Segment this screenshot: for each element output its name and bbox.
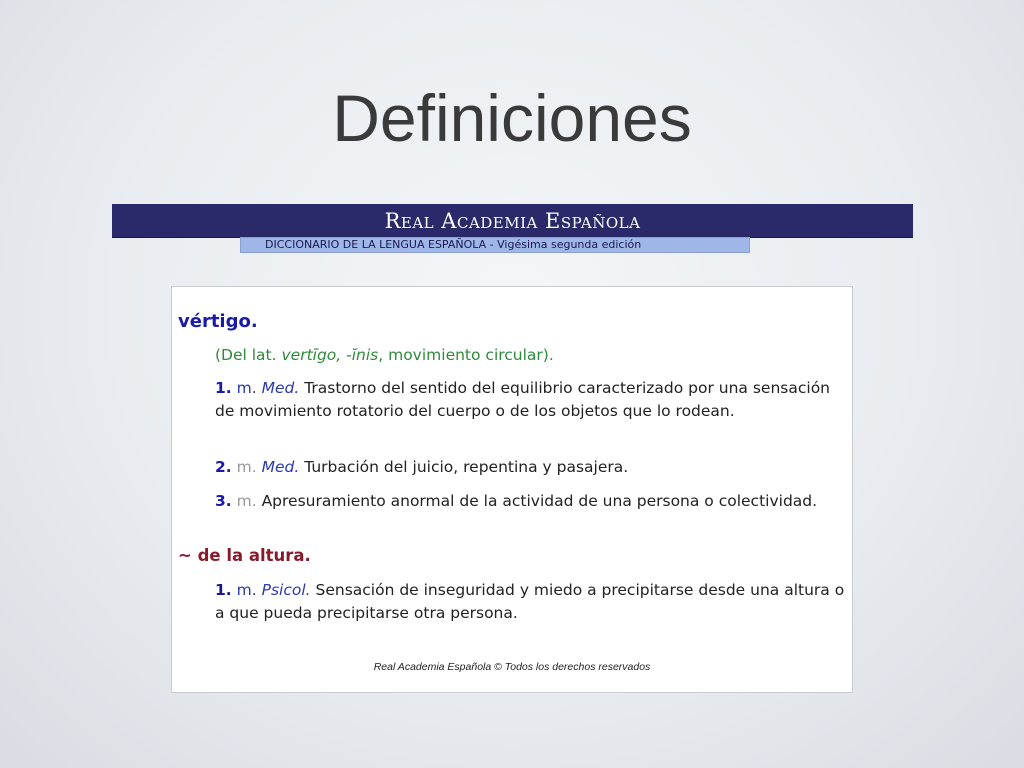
sense-3: 3. m. Apresuramiento anormal de la activ… [215, 490, 845, 513]
etymology-prefix: (Del lat. [215, 346, 282, 364]
sense-number: 3. [215, 492, 232, 510]
subentry-phrase: ~ de la altura. [178, 546, 311, 565]
sense-definition: Trastorno del sentido del equilibrio car… [215, 379, 830, 420]
sense-field: Psicol. [261, 581, 311, 599]
etymology: (Del lat. vertīgo, -ĭnis, movimiento cir… [215, 344, 845, 367]
slide-title: Definiciones [332, 81, 692, 155]
dictionary-subtitle-bar: DICCIONARIO DE LA LENGUA ESPAÑOLA - Vigé… [240, 237, 750, 253]
sense-definition: Turbación del juicio, repentina y pasaje… [299, 458, 629, 476]
sense-grammar: m. [236, 458, 257, 476]
sense-grammar: m. [236, 379, 257, 397]
rae-logo-text: Real Academia Española [384, 209, 641, 233]
headword-dot: . [250, 311, 258, 332]
sense-field: Med. [261, 458, 300, 476]
etymology-suffix: , movimiento circular). [378, 346, 554, 364]
sense-1: 1. m. Med. Trastorno del sentido del equ… [215, 377, 845, 423]
sense-number: 1. [215, 581, 232, 599]
sense-number: 1. [215, 379, 232, 397]
headword: vértigo. [178, 311, 258, 333]
etymology-latin: vertīgo, -ĭnis [281, 346, 379, 364]
sense-grammar: m. [236, 581, 257, 599]
sense-grammar: m. [236, 492, 257, 510]
sense-2: 2. m. Med. Turbación del juicio, repenti… [215, 456, 845, 479]
dictionary-entry-panel: vértigo. (Del lat. vertīgo, -ĭnis, movim… [171, 286, 853, 693]
copyright-notice: Real Academia Española © Todos los derec… [373, 661, 651, 673]
dictionary-subtitle: DICCIONARIO DE LA LENGUA ESPAÑOLA - Vigé… [265, 238, 642, 251]
headword-text: vértigo [178, 311, 251, 332]
rae-banner: Real Academia Española [112, 204, 913, 238]
sense-number: 2. [215, 458, 232, 476]
sense-field: Med. [261, 379, 300, 397]
subentry-sense-1: 1. m. Psicol. Sensación de inseguridad y… [215, 579, 845, 625]
sense-definition: Apresuramiento anormal de la actividad d… [256, 492, 818, 510]
